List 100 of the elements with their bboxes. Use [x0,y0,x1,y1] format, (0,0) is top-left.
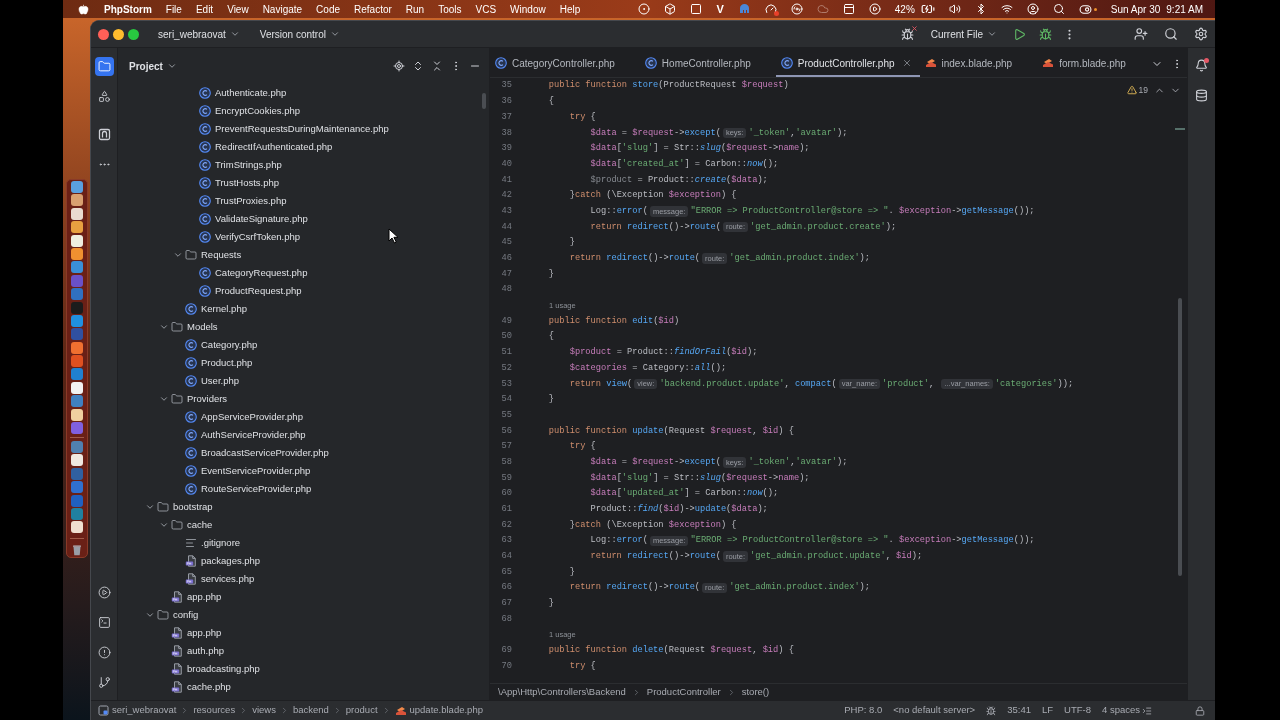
app-icon[interactable] [71,381,83,394]
maximize-window-icon[interactable] [128,28,139,40]
close-window-icon[interactable] [98,28,109,40]
menu-item[interactable]: Help [559,1,581,17]
toggle-icon[interactable] [1078,2,1097,16]
expand-all-icon[interactable] [412,60,424,72]
chevron-down-icon[interactable] [145,502,155,512]
tree-item[interactable]: RedirectIfAuthenticated.php [199,141,333,153]
editor-tab[interactable]: form.blade.php [1037,51,1151,77]
close-icon[interactable] [901,58,912,68]
play-circle-icon[interactable] [868,3,881,15]
settings-icon[interactable] [1194,27,1208,41]
app-icon[interactable] [71,521,83,534]
tree-item[interactable]: bootstrap [157,501,213,513]
path-item[interactable]: resources [193,703,236,718]
php-version[interactable]: PHP: 8.0 [844,703,883,718]
trash-can-icon[interactable] [71,544,83,557]
file-encoding[interactable]: UTF-8 [1064,703,1091,718]
tree-item[interactable]: cache [171,519,213,531]
tree-item[interactable]: Authenticate.php [199,87,287,99]
cube-icon[interactable] [664,3,677,15]
tree-item[interactable]: app.php [171,627,222,639]
path-item[interactable]: views [252,703,276,718]
lock-icon[interactable] [1195,705,1205,716]
tree-item[interactable]: AppServiceProvider.php [185,411,303,423]
tree-item[interactable]: RouteServiceProvider.php [185,483,312,495]
tree-item[interactable]: .gitignore [185,537,241,549]
editor-tab[interactable]: ProductController.php [775,51,920,77]
tree-item[interactable]: PreventRequestsDuringMaintenance.php [199,123,389,135]
tree-item[interactable]: Models [171,321,218,333]
tree-item[interactable]: TrustHosts.php [199,177,280,189]
window-icon[interactable] [842,3,855,15]
menu-item[interactable]: Refactor [354,1,392,17]
tree-item[interactable]: VerifyCsrfToken.php [199,231,300,243]
minimize-window-icon[interactable] [113,28,124,40]
app-menu[interactable]: PhpStorm [104,1,152,17]
tree-item[interactable]: config [157,609,199,621]
tree-item[interactable]: Category.php [185,339,258,351]
bell-icon[interactable] [1195,59,1208,72]
wifi-icon[interactable] [1000,3,1013,15]
breadcrumb-item[interactable]: ProductController [646,684,721,700]
menu-item[interactable]: Tools [438,1,462,17]
vcs-dropdown[interactable]: Version control [259,26,340,42]
menu-item[interactable]: Window [510,1,546,17]
tree-item[interactable]: Providers [171,393,228,405]
cloud-icon[interactable] [816,3,829,15]
crosshair-icon[interactable] [393,60,405,72]
menu-item[interactable]: View [227,1,249,17]
apple-logo-icon[interactable] [78,3,89,15]
clock-time[interactable]: 9:21 AM [1166,1,1203,17]
app-icon[interactable] [71,194,83,207]
chevron-down-icon[interactable] [159,322,169,332]
add-user-icon[interactable] [1134,27,1148,41]
tree-item[interactable]: app.php [171,591,222,603]
app-icon[interactable] [71,234,83,247]
problem-count[interactable]: 19 [1138,84,1148,97]
run-configuration-dropdown[interactable]: Current File [930,26,997,42]
tree-item[interactable]: TrustProxies.php [199,195,287,207]
app-icon[interactable] [71,247,83,260]
collapse-all-icon[interactable] [431,60,443,72]
record-icon[interactable] [638,3,651,15]
app-icon[interactable] [71,207,83,220]
tree-item[interactable]: ValidateSignature.php [199,213,308,225]
tree-item[interactable]: AuthServiceProvider.php [185,429,306,441]
app-icon[interactable] [71,408,83,421]
menu-item[interactable]: VCS [475,1,497,17]
gauge-icon[interactable] [764,3,777,15]
editor-tab[interactable]: HomeController.php [639,51,776,77]
app-icon[interactable] [71,454,83,467]
menu-item[interactable]: Navigate [262,1,303,17]
tool-window-button[interactable] [94,57,114,76]
tree-item[interactable]: ProductRequest.php [199,285,302,297]
menu-item[interactable]: Run [405,1,425,17]
run-icon[interactable] [1013,27,1026,41]
tree-item[interactable]: auth.php [171,645,224,657]
menu-item[interactable]: File [165,1,182,17]
chevron-down-icon[interactable] [173,250,183,260]
tree-item[interactable]: cache.php [171,681,231,693]
warning-icon[interactable] [1126,85,1137,96]
user-icon[interactable] [1026,3,1039,15]
volume-icon[interactable] [948,3,961,15]
indent-setting[interactable]: 4 spaces [1101,703,1152,718]
path-item[interactable]: update.blade.php [394,703,483,718]
bug-icon[interactable] [986,705,997,716]
bug-icon[interactable] [900,27,914,41]
tree-item[interactable]: Kernel.php [185,303,247,315]
workspace-switcher[interactable]: seri_webraovat [158,26,240,42]
editor-tab[interactable]: index.blade.php [919,51,1038,77]
menu-item[interactable]: Edit [195,1,214,17]
path-item[interactable]: backend [292,703,329,718]
disc-icon[interactable] [790,3,803,15]
tree-item[interactable]: Requests [185,249,242,261]
tree-item[interactable]: Product.php [185,357,253,369]
line-separator[interactable]: LF [1041,703,1054,718]
tree-item[interactable]: BroadcastServiceProvider.php [185,447,329,459]
editor-tab[interactable]: CategoryController.php [490,51,640,77]
path-item[interactable]: product [345,703,378,718]
tree-item[interactable]: User.php [185,375,240,387]
bug-icon[interactable] [1039,27,1052,41]
menu-item[interactable]: Code [316,1,340,17]
